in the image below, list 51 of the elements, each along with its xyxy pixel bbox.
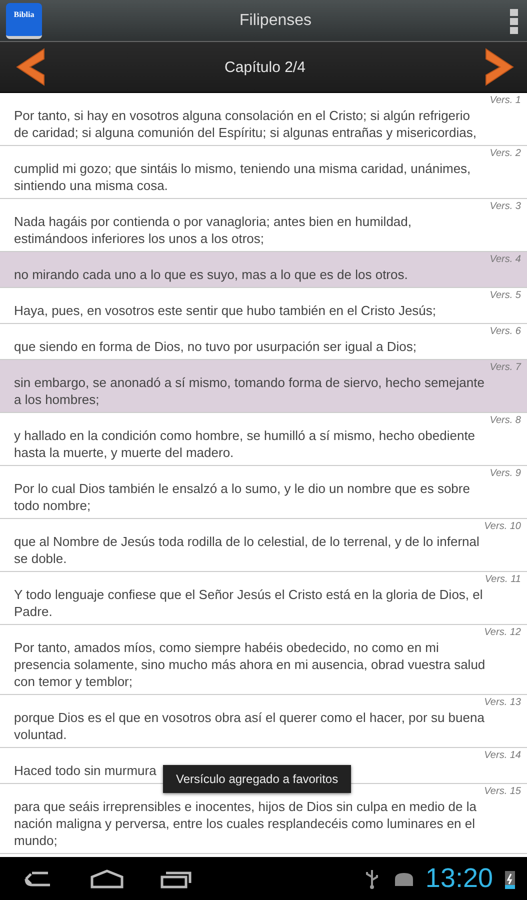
verse-text: cumplid mi gozo; que sintáis lo mismo, teniendo una misma caridad, unánimes, sintiendo una misma cosa.: [14, 160, 472, 194]
verse-number: Vers. 15: [484, 786, 521, 798]
verse-number: Vers. 11: [484, 574, 521, 586]
verse-number: Vers. 9: [490, 468, 521, 480]
verse-number: Vers. 12: [484, 627, 521, 639]
verse-number: Vers. 14: [484, 750, 521, 762]
verse-row[interactable]: Vers. 4 no mirando cada uno a lo que es suyo, mas a lo que es de los otros.: [0, 252, 527, 288]
verse-text: Por lo cual Dios también le ensalzó a lo sumo, y le dio un nombre que es sobre todo nombre;: [14, 480, 471, 514]
verse-number: Vers. 3: [490, 201, 521, 213]
verse-number: Vers. 4: [490, 254, 521, 266]
verse-row[interactable]: Vers. 2 cumplid mi gozo; que sintáis lo mismo, teniendo una misma caridad, unánimes, sintiendo una misma cosa.: [0, 146, 527, 199]
robot-icon: [393, 870, 416, 886]
usb-icon: [365, 868, 380, 888]
verse-number: Vers. 5: [490, 290, 521, 302]
verse-number: Vers. 10: [484, 521, 521, 533]
verse-text: Y todo lenguaje confiese que el Señor Jesús el Cristo está en la gloria de Dios, el Padre.: [14, 586, 484, 620]
home-icon[interactable]: [90, 868, 124, 888]
verse-text: Haced todo sin murmura: [14, 762, 156, 779]
verse-row[interactable]: Vers. 12 Por tanto, amados míos, como siempre habéis obedecido, no como en mi presencia solamente, sino mucho más ahora en mi ausencia, obrad vuestra salud con temor y temblor;: [0, 625, 527, 695]
verse-text: sin embargo, se anonadó a sí mismo, tomando forma de siervo, hecho semejante a los hombres;: [14, 374, 486, 408]
verse-row[interactable]: Vers. 10 que al Nombre de Jesús toda rodilla de lo celestial, de lo terrenal, y de lo infernal se doble.: [0, 519, 527, 572]
verse-text: que al Nombre de Jesús toda rodilla de lo celestial, de lo terrenal, y de lo infernal se doble.: [14, 533, 480, 567]
verse-text: Por tanto, si hay en vosotros alguna consolación en el Cristo; si algún refrigerio de caridad; si alguna comunión del Espíritu; si algunas entrañas y misericordias,: [14, 107, 478, 141]
verse-row[interactable]: Vers. 7 sin embargo, se anonadó a sí mismo, tomando forma de siervo, hecho semejante a los hombres;: [0, 360, 527, 413]
verse-text: Haya, pues, en vosotros este sentir que hubo también en el Cristo Jesús;: [14, 302, 436, 319]
verse-text: Por tanto, amados míos, como siempre habéis obedecido, no como en mi presencia solamente, sino mucho más ahora en mi ausencia, obrad vuestra salud con temor y temblor;: [14, 639, 486, 690]
verse-text: que siendo en forma de Dios, no tuvo por usurpación ser igual a Dios;: [14, 338, 417, 355]
verse-text: no mirando cada uno a lo que es suyo, mas a lo que es de los otros.: [14, 266, 408, 283]
verse-row[interactable]: Vers. 5 Haya, pues, en vosotros este sentir que hubo también en el Cristo Jesús;: [0, 288, 527, 324]
verse-number: Vers. 1: [490, 95, 521, 107]
app-icon[interactable]: Biblia: [6, 2, 42, 38]
verse-row[interactable]: Vers. 11 Y todo lenguaje confiese que el Señor Jesús el Cristo está en la gloria de Dios, el Padre.: [0, 572, 527, 625]
verse-text: para que seáis irreprensibles e inocentes, hijos de Dios sin culpa en medio de la nación maligna y perversa, entre los cuales resplandecéis como luminares en el mundo;: [14, 798, 478, 849]
verse-text: Nada hagáis por contienda o por vanagloria; antes bien en humildad, estimándoos inferiores los unos a los otros;: [14, 213, 412, 247]
battery-icon: [505, 868, 515, 888]
clock: 13:20: [425, 863, 493, 894]
toast-message: Versículo agregado a favoritos: [163, 765, 352, 793]
verse-row[interactable]: Vers. 9 Por lo cual Dios también le ensalzó a lo sumo, y le dio un nombre que es sobre todo nombre;: [0, 466, 527, 519]
chapter-title: Capítulo 2/4: [224, 58, 306, 76]
verse-number: Vers. 2: [490, 148, 521, 160]
verse-number: Vers. 13: [484, 697, 521, 709]
verse-number: Vers. 8: [490, 415, 521, 427]
verse-text: y hallado en la condición como hombre, se humilló a sí mismo, hecho obediente hasta la muerte, y muerte del madero.: [14, 427, 476, 461]
menu-icon[interactable]: [509, 8, 519, 34]
verse-number: Vers. 6: [490, 326, 521, 338]
verse-text: porque Dios es el que en vosotros obra así el querer como el hacer, por su buena voluntad.: [14, 709, 486, 743]
screen-title: Filipenses: [238, 12, 313, 30]
verse-number: Vers. 7: [490, 362, 521, 374]
verse-row[interactable]: Vers. 13 porque Dios es el que en vosotros obra así el querer como el hacer, por su buena voluntad.: [0, 695, 527, 748]
verse-row[interactable]: Vers. 8 y hallado en la condición como hombre, se humilló a sí mismo, hecho obediente hasta la muerte, y muerte del madero.: [0, 413, 527, 466]
verse-row[interactable]: Vers. 1 Por tanto, si hay en vosotros alguna consolación en el Cristo; si algún refrigerio de caridad; si alguna comunión del Espíritu; si algunas entrañas y misericordias,: [0, 93, 527, 146]
